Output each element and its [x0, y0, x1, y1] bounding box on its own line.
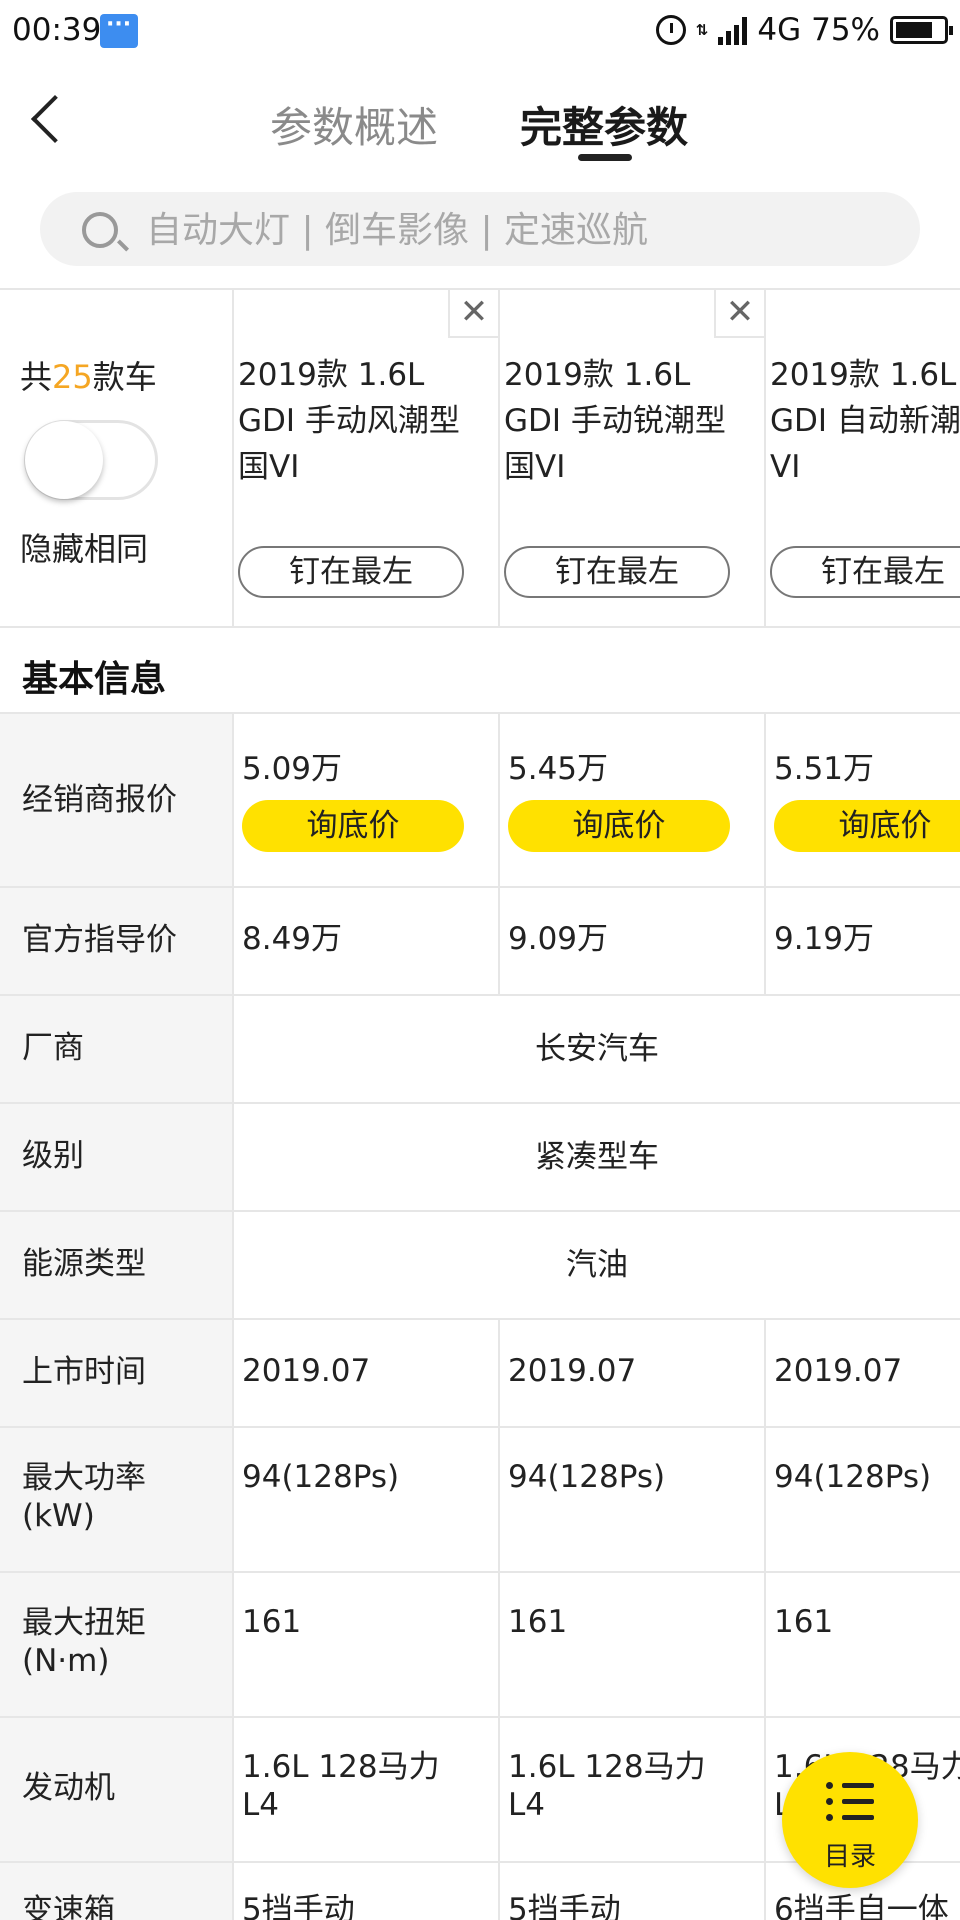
message-icon	[100, 12, 138, 48]
row-cell: 94(128Ps)	[500, 1428, 766, 1571]
row-cell: 9.09万	[500, 888, 766, 994]
car-name: 2019款 1.6L GDI 手动锐潮型 国VI	[504, 357, 726, 485]
tab-summary[interactable]: 参数概述	[270, 94, 438, 155]
row-msrp: 官方指导价 8.49万 9.09万 9.19万	[0, 886, 960, 994]
row-cell: 94(128Ps)	[234, 1428, 500, 1571]
row-energy: 能源类型 汽油	[0, 1210, 960, 1318]
section-title: 基本信息	[22, 659, 167, 700]
alarm-icon	[655, 15, 686, 45]
compare-header: 共25款车 隐藏相同 ✕ 2019款 1.6L GDI 手动风潮型 国VI 钉在…	[0, 288, 960, 628]
pin-left-button[interactable]: 钉在最左	[504, 546, 730, 598]
row-maker: 厂商 长安汽车	[0, 994, 960, 1102]
row-label: 级别	[0, 1104, 234, 1210]
toc-button[interactable]: 目录	[782, 1752, 918, 1888]
compare-controls: 共25款车 隐藏相同	[0, 290, 234, 626]
merged-value: 汽油	[566, 1247, 628, 1283]
toggle-knob	[25, 421, 103, 499]
search-bar[interactable]	[40, 192, 920, 268]
car-name: 2019款 1.6L GDI 手动风潮型 国VI	[238, 357, 460, 485]
row-cell: 1.6L 128马力 L4	[234, 1718, 500, 1861]
ask-price-button[interactable]: 询底价	[242, 800, 464, 852]
row-cell: 8.49万	[234, 888, 500, 994]
row-label: 官方指导价	[0, 888, 234, 994]
status-time: 00:39	[12, 12, 102, 48]
close-icon[interactable]: ✕	[448, 290, 498, 338]
status-bar: 00:39 ⇅ 4G 75%	[0, 0, 960, 64]
ask-price-button[interactable]: 询底价	[774, 800, 960, 852]
row-max-power: 最大功率 (kW) 94(128Ps) 94(128Ps) 94(128Ps)	[0, 1426, 960, 1571]
total-count: 25	[52, 358, 93, 396]
pin-left-button[interactable]: 钉在最左	[238, 546, 464, 598]
row-cell: 161	[234, 1573, 500, 1716]
row-label: 能源类型	[0, 1212, 234, 1318]
row-max-torque: 最大扭矩 (N·m) 161 161 161	[0, 1571, 960, 1716]
merged-value: 紧凑型车	[535, 1139, 659, 1175]
car-column: 2019款 1.6L GDI 自动新潮 国VI 钉在最左	[766, 290, 960, 626]
tab-full-params[interactable]: 完整参数	[520, 94, 688, 155]
status-right: ⇅ 4G 75%	[655, 12, 953, 48]
row-cell: 2019.07	[774, 1353, 903, 1389]
close-icon[interactable]: ✕	[714, 290, 764, 338]
nav-header: 参数概述 完整参数	[0, 64, 960, 174]
total-cars: 共25款车	[20, 358, 157, 396]
row-cell: 9.19万	[774, 921, 875, 957]
row-cell: 94(128Ps)	[774, 1459, 932, 1495]
row-label: 最大扭矩 (N·m)	[0, 1573, 234, 1716]
row-cell: 5.09万 询底价	[234, 714, 500, 886]
row-cell: 5挡手动	[234, 1863, 500, 1920]
hide-same-label: 隐藏相同	[20, 530, 149, 568]
battery-percent: 75%	[811, 12, 880, 48]
tab-active-indicator	[578, 154, 632, 161]
back-arrow-icon[interactable]	[30, 94, 80, 144]
row-cell: 2019.07	[234, 1320, 500, 1426]
row-cell: 1.6L 128马力 L4	[500, 1718, 766, 1861]
row-label: 变速箱	[0, 1863, 234, 1920]
ask-price-button[interactable]: 询底价	[508, 800, 730, 852]
car-name: 2019款 1.6L GDI 自动新潮 国VI	[770, 357, 960, 485]
data-arrows-icon: ⇅	[695, 21, 709, 39]
row-label: 上市时间	[0, 1320, 234, 1426]
pin-left-button[interactable]: 钉在最左	[770, 546, 960, 598]
row-launch-date: 上市时间 2019.07 2019.07 2019.07	[0, 1318, 960, 1426]
signal-icon	[718, 15, 748, 45]
row-label: 最大功率 (kW)	[0, 1428, 234, 1571]
row-level: 级别 紧凑型车	[0, 1102, 960, 1210]
car-column: ✕ 2019款 1.6L GDI 手动锐潮型 国VI 钉在最左	[500, 290, 766, 626]
row-label: 厂商	[0, 996, 234, 1102]
row-cell: 161	[500, 1573, 766, 1716]
search-icon	[82, 212, 118, 248]
row-label: 发动机	[0, 1718, 234, 1861]
row-cell: 5挡手动	[500, 1863, 766, 1920]
hide-same-toggle[interactable]	[24, 420, 158, 500]
car-column: ✕ 2019款 1.6L GDI 手动风潮型 国VI 钉在最左	[234, 290, 500, 626]
search-input[interactable]	[144, 192, 888, 268]
network-type: 4G	[757, 12, 802, 48]
row-cell: 2019.07	[500, 1320, 766, 1426]
row-cell: 5.45万 询底价	[500, 714, 766, 886]
toc-label: 目录	[823, 1842, 876, 1872]
merged-value: 长安汽车	[535, 1031, 659, 1067]
row-cell: 161	[774, 1604, 834, 1640]
row-label: 经销商报价	[0, 714, 234, 886]
row-dealer-price: 经销商报价 5.09万 询底价 5.45万 询底价 5.51万 询底价	[0, 712, 960, 886]
list-icon	[826, 1780, 874, 1822]
battery-icon	[890, 16, 953, 44]
row-cell: 5.51万 询底价	[766, 714, 960, 886]
